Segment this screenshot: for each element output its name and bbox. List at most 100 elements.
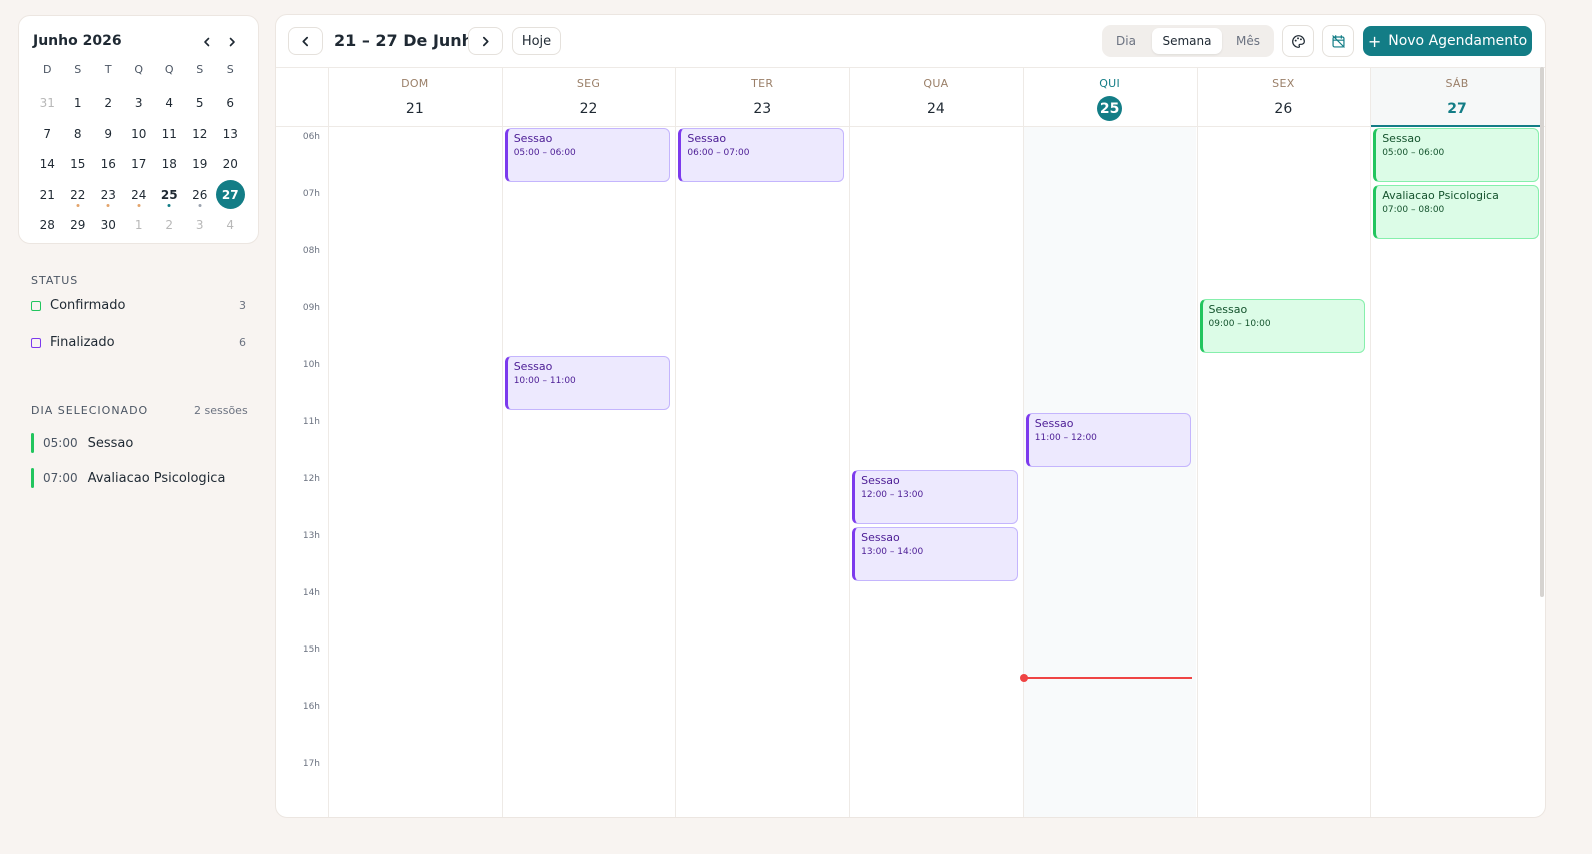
mini-day-cell[interactable]: 16 bbox=[93, 149, 124, 180]
current-time-dot bbox=[1019, 674, 1028, 682]
appointment-event[interactable]: Sessao 13:00 – 14:00 bbox=[852, 527, 1018, 581]
vertical-scrollbar[interactable] bbox=[1540, 67, 1544, 597]
day-column-header[interactable]: SEX 26 bbox=[1197, 68, 1371, 127]
weekday-label: Q bbox=[164, 63, 174, 76]
event-title: Avaliacao Psicologica bbox=[1382, 189, 1499, 202]
view-week-tab[interactable]: Semana bbox=[1152, 28, 1222, 54]
mini-day-cell[interactable]: 12 bbox=[185, 119, 216, 150]
mini-day-cell[interactable]: 10 bbox=[124, 119, 155, 150]
view-switcher: Dia Semana Mês bbox=[1102, 25, 1274, 57]
mini-day-cell[interactable]: 25 bbox=[154, 180, 185, 211]
mini-day-cell[interactable]: 21 bbox=[32, 180, 63, 211]
day-number: 2 bbox=[104, 96, 113, 111]
hour-label: 16h bbox=[302, 702, 320, 712]
mini-day-cell[interactable]: 31 bbox=[32, 88, 63, 119]
mini-day-cell[interactable]: 2 bbox=[93, 88, 124, 119]
mini-day-cell[interactable]: 26 bbox=[185, 180, 216, 211]
mini-day-cell[interactable]: 1 bbox=[63, 88, 94, 119]
appointment-event[interactable]: Sessao 05:00 – 06:00 bbox=[504, 128, 671, 182]
mini-day-cell[interactable]: 30 bbox=[93, 210, 124, 241]
status-confirmado[interactable]: Confirmado 3 bbox=[31, 298, 246, 313]
new-appointment-button[interactable]: + Novo Agendamento bbox=[1363, 26, 1532, 56]
mini-day-cell[interactable]: 3 bbox=[185, 210, 216, 241]
day-number: 18 bbox=[161, 157, 177, 172]
prev-week-button[interactable] bbox=[288, 27, 323, 55]
selected-day-item[interactable]: 07:00 Avaliacao Psicologica bbox=[31, 468, 225, 488]
mini-day-cell[interactable]: 1 bbox=[124, 210, 155, 241]
hour-label: 06h bbox=[302, 132, 320, 142]
event-title: Sessao bbox=[861, 531, 900, 544]
next-week-button[interactable] bbox=[468, 27, 503, 55]
day-column-header[interactable]: QUI 25 bbox=[1023, 68, 1197, 127]
hour-label: 12h bbox=[302, 474, 320, 484]
day-number: 2 bbox=[165, 218, 174, 233]
appointment-event[interactable]: Sessao 05:00 – 06:00 bbox=[1373, 128, 1539, 182]
calendar-off-button[interactable] bbox=[1322, 25, 1354, 57]
mini-day-cell[interactable]: 19 bbox=[185, 149, 216, 180]
day-number: 11 bbox=[161, 126, 177, 141]
day-number: 29 bbox=[70, 218, 86, 233]
hour-label: 07h bbox=[302, 189, 320, 199]
status-finalizado[interactable]: Finalizado 6 bbox=[31, 335, 246, 350]
mini-day-cell[interactable]: 11 bbox=[154, 119, 185, 150]
day-column-header[interactable]: DOM 21 bbox=[328, 68, 502, 127]
day-column-divider bbox=[328, 67, 329, 817]
mini-day-cell[interactable]: 9 bbox=[93, 119, 124, 150]
mini-calendar-title: Junho 2026 bbox=[33, 33, 122, 49]
mini-day-cell[interactable]: 22 bbox=[63, 180, 94, 211]
week-calendar-panel: 21 – 27 De Junho Hoje Dia Semana Mês + N… bbox=[275, 14, 1546, 818]
mini-day-cell[interactable]: 27 bbox=[215, 180, 246, 211]
mini-day-cell[interactable]: 8 bbox=[63, 119, 94, 150]
appointment-event[interactable]: Sessao 11:00 – 12:00 bbox=[1025, 413, 1192, 467]
mini-day-cell[interactable]: 18 bbox=[154, 149, 185, 180]
appointment-event[interactable]: Avaliacao Psicologica 07:00 – 08:00 bbox=[1373, 185, 1539, 239]
mini-day-cell[interactable]: 20 bbox=[215, 149, 246, 180]
mini-day-cell[interactable]: 4 bbox=[215, 210, 246, 241]
day-number: 5 bbox=[195, 96, 204, 111]
today-button[interactable]: Hoje bbox=[512, 27, 561, 55]
event-time: 12:00 – 13:00 bbox=[861, 490, 924, 500]
day-column-header[interactable]: SÁB 27 bbox=[1370, 68, 1544, 127]
mini-prev-month-button[interactable] bbox=[197, 32, 217, 52]
day-column-header[interactable]: QUA 24 bbox=[849, 68, 1023, 127]
day-number: 15 bbox=[70, 157, 86, 172]
mini-day-cell[interactable]: 6 bbox=[215, 88, 246, 119]
mini-day-cell[interactable]: 3 bbox=[124, 88, 155, 119]
mini-day-cell[interactable]: 15 bbox=[63, 149, 94, 180]
mini-next-month-button[interactable] bbox=[222, 32, 242, 52]
appointment-event[interactable]: Sessao 12:00 – 13:00 bbox=[852, 470, 1018, 524]
selected-day-item[interactable]: 05:00 Sessao bbox=[31, 433, 133, 453]
view-month-tab[interactable]: Mês bbox=[1228, 28, 1268, 54]
mini-day-cell[interactable]: 5 bbox=[185, 88, 216, 119]
event-title: Sessao bbox=[1034, 417, 1074, 430]
day-number: 25 bbox=[160, 187, 178, 202]
event-time: 06:00 – 07:00 bbox=[687, 148, 750, 158]
view-day-tab[interactable]: Dia bbox=[1106, 28, 1146, 54]
day-column-divider bbox=[1022, 67, 1024, 817]
day-number: 26 bbox=[1274, 100, 1293, 117]
mini-day-cell[interactable]: 13 bbox=[215, 119, 246, 150]
appointment-event[interactable]: Sessao 06:00 – 07:00 bbox=[678, 128, 845, 182]
mini-day-cell[interactable]: 24 bbox=[124, 180, 155, 211]
mini-day-cell[interactable]: 14 bbox=[32, 149, 63, 180]
day-number: 10 bbox=[131, 126, 147, 141]
mini-day-cell[interactable]: 28 bbox=[32, 210, 63, 241]
mini-day-cell[interactable]: 7 bbox=[32, 119, 63, 150]
selected-day-count: 2 sessões bbox=[194, 404, 248, 417]
mini-day-cell[interactable]: 2 bbox=[154, 210, 185, 241]
day-column-header[interactable]: TER 23 bbox=[675, 68, 849, 127]
mini-day-cell[interactable]: 29 bbox=[63, 210, 94, 241]
appointment-event[interactable]: Sessao 10:00 – 11:00 bbox=[504, 356, 671, 410]
day-number: 21 bbox=[39, 187, 55, 202]
today-column-background bbox=[1022, 127, 1197, 817]
day-number: 22 bbox=[70, 187, 86, 202]
day-number: 12 bbox=[192, 126, 208, 141]
appointment-event[interactable]: Sessao 09:00 – 10:00 bbox=[1199, 299, 1366, 353]
palette-icon bbox=[1291, 34, 1305, 48]
weekday-name: TER bbox=[751, 77, 774, 90]
mini-day-cell[interactable]: 17 bbox=[124, 149, 155, 180]
mini-day-cell[interactable]: 4 bbox=[154, 88, 185, 119]
day-column-header[interactable]: SEG 22 bbox=[502, 68, 676, 127]
mini-day-cell[interactable]: 23 bbox=[93, 180, 124, 211]
palette-button[interactable] bbox=[1282, 25, 1314, 57]
